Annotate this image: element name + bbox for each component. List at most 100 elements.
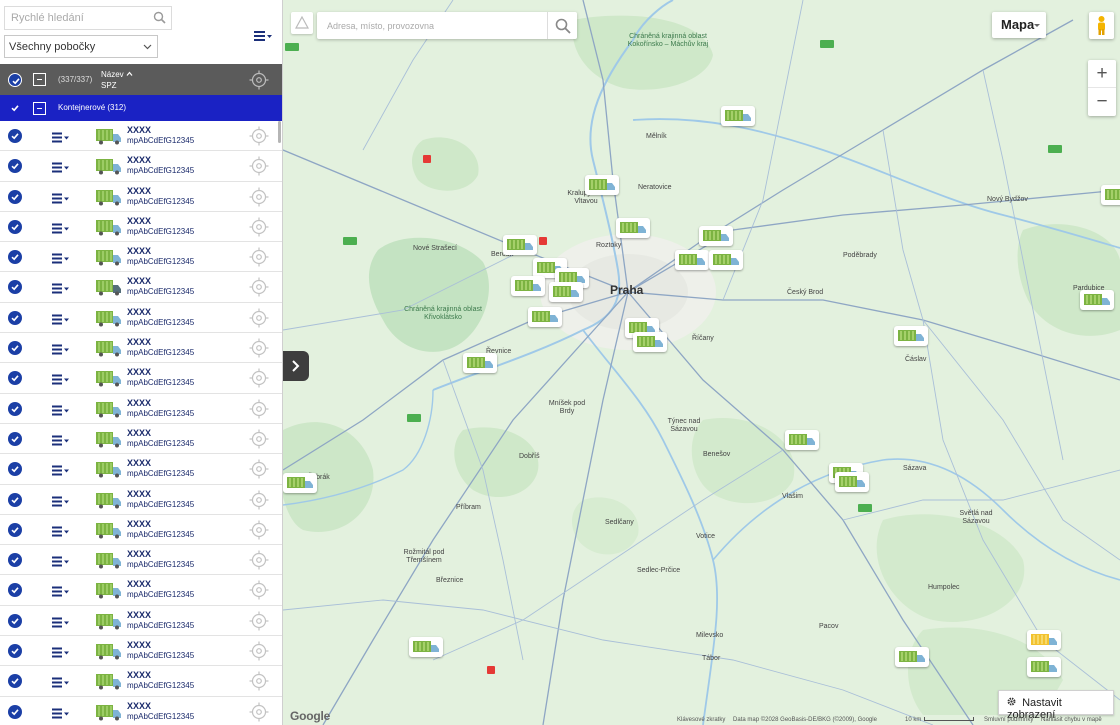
vehicle-marker[interactable]: [549, 282, 583, 302]
vehicle-menu-icon[interactable]: [52, 221, 70, 239]
vehicle-marker[interactable]: [463, 353, 497, 373]
vehicle-checkbox[interactable]: [8, 462, 22, 477]
vehicle-row[interactable]: XXXX mpAbCdEfG12345: [0, 333, 282, 364]
vehicle-marker[interactable]: [699, 226, 733, 246]
vehicle-row[interactable]: XXXX mpAbCdEfG12345: [0, 454, 282, 485]
locate-vehicle-icon[interactable]: [249, 368, 269, 393]
locate-vehicle-icon[interactable]: [249, 247, 269, 272]
vehicle-row[interactable]: XXXX mpAbCdEfG12345: [0, 666, 282, 697]
map-type-button[interactable]: Mapa: [992, 12, 1046, 38]
locate-vehicle-icon[interactable]: [249, 277, 269, 302]
vehicle-marker[interactable]: [835, 472, 869, 492]
vehicle-menu-icon[interactable]: [52, 281, 70, 299]
vehicle-checkbox[interactable]: [8, 189, 22, 204]
vehicle-menu-icon[interactable]: [52, 675, 70, 693]
vehicle-checkbox[interactable]: [8, 553, 22, 568]
vehicle-menu-icon[interactable]: [52, 645, 70, 663]
vehicle-marker[interactable]: [503, 235, 537, 255]
vehicle-checkbox[interactable]: [8, 674, 22, 689]
vehicle-checkbox[interactable]: [8, 401, 22, 416]
address-search-box[interactable]: [317, 12, 577, 39]
vehicle-marker[interactable]: [283, 473, 317, 493]
vehicle-menu-icon[interactable]: [52, 312, 70, 330]
vehicle-checkbox[interactable]: [8, 159, 22, 174]
display-settings-button[interactable]: Nastavit zobrazení: [998, 690, 1114, 721]
zoom-in-button[interactable]: +: [1088, 60, 1116, 88]
search-icon[interactable]: [547, 12, 577, 39]
vehicle-menu-icon[interactable]: [52, 342, 70, 360]
list-scrollbar[interactable]: [278, 121, 281, 143]
locate-all-icon[interactable]: [249, 70, 269, 95]
vehicle-menu-icon[interactable]: [52, 554, 70, 572]
locate-vehicle-icon[interactable]: [249, 338, 269, 363]
vehicle-checkbox[interactable]: [8, 219, 22, 234]
vehicle-row[interactable]: XXXX mpAbCdEfG12345: [0, 393, 282, 424]
collapse-sidebar-button[interactable]: [283, 351, 309, 381]
vehicle-checkbox[interactable]: [8, 310, 22, 325]
vehicle-marker[interactable]: [895, 647, 929, 667]
vehicle-marker[interactable]: [616, 218, 650, 238]
vehicle-marker[interactable]: [409, 637, 443, 657]
terms-link[interactable]: Smluvní podmínky: [984, 717, 1033, 723]
vehicle-marker[interactable]: [785, 430, 819, 450]
vehicle-row[interactable]: XXXX mpAbCdEfG12345: [0, 484, 282, 515]
vehicle-menu-icon[interactable]: [52, 160, 70, 178]
vehicle-marker[interactable]: [675, 250, 709, 270]
locate-vehicle-icon[interactable]: [249, 429, 269, 454]
locate-vehicle-icon[interactable]: [249, 217, 269, 242]
vehicle-menu-icon[interactable]: [52, 706, 70, 724]
vehicle-row[interactable]: XXXX mpAbCdEfG12345: [0, 181, 282, 212]
vehicle-checkbox[interactable]: [8, 704, 22, 719]
locate-vehicle-icon[interactable]: [249, 187, 269, 212]
vehicle-checkbox[interactable]: [8, 250, 22, 265]
collapse-group-icon[interactable]: [33, 102, 46, 115]
vehicle-row[interactable]: XXXX mpAbCdEfG12345: [0, 272, 282, 303]
vehicle-row[interactable]: XXXX mpAbCdEfG12345: [0, 121, 282, 152]
vehicle-menu-icon[interactable]: [52, 191, 70, 209]
vehicle-row[interactable]: XXXX mpAbCdEfG12345: [0, 514, 282, 546]
locate-vehicle-icon[interactable]: [249, 156, 269, 181]
vehicle-checkbox[interactable]: [8, 613, 22, 628]
locate-vehicle-icon[interactable]: [249, 459, 269, 484]
locate-vehicle-icon[interactable]: [249, 520, 269, 545]
street-view-pegman-icon[interactable]: [1089, 12, 1114, 39]
vehicle-row[interactable]: XXXX mpAbCdEfG12345: [0, 423, 282, 455]
zoom-out-button[interactable]: −: [1088, 88, 1116, 116]
select-all-checkbox[interactable]: [8, 73, 22, 87]
quick-search-input[interactable]: [5, 7, 145, 29]
vehicle-marker[interactable]: [1027, 630, 1061, 650]
locate-vehicle-icon[interactable]: [249, 580, 269, 605]
vehicle-checkbox[interactable]: [8, 129, 22, 143]
vehicle-marker[interactable]: [709, 250, 743, 270]
report-error-link[interactable]: Nahlásit chybu v mapě: [1041, 717, 1102, 723]
map-view[interactable]: Praha Chráněná krajinná oblast Křivoklát…: [283, 0, 1120, 725]
vehicle-marker[interactable]: [633, 332, 667, 352]
address-search-input[interactable]: [317, 12, 542, 39]
locate-vehicle-icon[interactable]: [249, 550, 269, 575]
vehicle-menu-icon[interactable]: [52, 130, 70, 148]
list-options-menu-icon[interactable]: [254, 29, 274, 47]
locate-vehicle-icon[interactable]: [249, 702, 269, 725]
vehicle-menu-icon[interactable]: [52, 403, 70, 421]
vehicle-row[interactable]: XXXX mpAbCdEfG12345: [0, 302, 282, 334]
vehicle-checkbox[interactable]: [8, 371, 22, 386]
vehicle-row[interactable]: XXXX mpAbCdEfG12345: [0, 211, 282, 243]
vehicle-menu-icon[interactable]: [52, 615, 70, 633]
collapse-all-icon[interactable]: [33, 73, 46, 86]
locate-vehicle-icon[interactable]: [249, 641, 269, 666]
vehicle-menu-icon[interactable]: [52, 372, 70, 390]
locate-vehicle-icon[interactable]: [249, 126, 269, 151]
branch-select[interactable]: Všechny pobočky: [4, 35, 158, 58]
vehicle-menu-icon[interactable]: [52, 584, 70, 602]
vehicle-menu-icon[interactable]: [52, 463, 70, 481]
group-checkbox[interactable]: [8, 101, 22, 115]
vehicle-row[interactable]: XXXX mpAbCdEfG12345: [0, 363, 282, 394]
vehicle-row[interactable]: XXXX mpAbCdEfG12345: [0, 696, 282, 725]
vehicle-row[interactable]: XXXX mpAbCdEfG12345: [0, 545, 282, 576]
locate-vehicle-icon[interactable]: [249, 611, 269, 636]
quick-search-box[interactable]: [4, 6, 172, 30]
vehicle-menu-icon[interactable]: [52, 524, 70, 542]
vehicle-checkbox[interactable]: [8, 522, 22, 537]
vehicle-row[interactable]: XXXX mpAbCdEfG12345: [0, 151, 282, 182]
vehicle-checkbox[interactable]: [8, 280, 22, 295]
